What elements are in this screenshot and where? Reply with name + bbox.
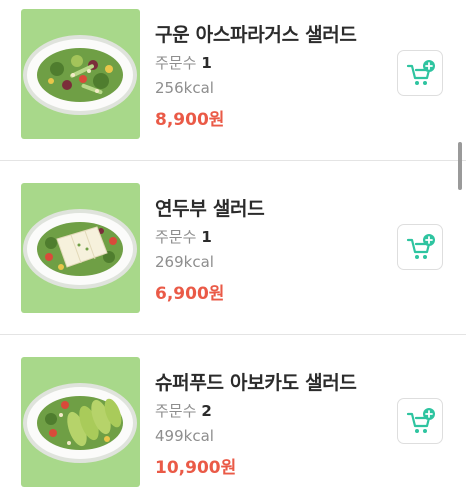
list-item[interactable]: 구운 아스파라거스 샐러드 주문수 1 256kcal 8,900원 — [0, 0, 466, 160]
calories: 499kcal — [155, 427, 214, 445]
item-name[interactable]: 슈퍼푸드 아보카도 샐러드 — [155, 368, 357, 395]
calories: 256kcal — [155, 79, 214, 97]
list-item[interactable]: 슈퍼푸드 아보카도 샐러드 주문수 2 499kcal 10,900원 — [0, 348, 466, 502]
order-count: 주문수 1 — [155, 226, 212, 247]
order-count-label: 주문수 — [155, 402, 197, 420]
cart-plus-icon — [406, 234, 435, 259]
divider — [0, 160, 466, 161]
cart-plus-icon — [406, 408, 435, 433]
order-count: 주문수 2 — [155, 400, 212, 421]
calories: 269kcal — [155, 253, 214, 271]
list-item[interactable]: 연두부 샐러드 주문수 1 269kcal 6,900원 — [0, 174, 466, 334]
scrollbar[interactable] — [458, 142, 462, 190]
order-count-value: 1 — [201, 54, 212, 72]
add-to-cart-button[interactable] — [397, 224, 443, 270]
order-count-value: 1 — [201, 228, 212, 246]
order-count-label: 주문수 — [155, 228, 197, 246]
salad-image[interactable] — [21, 9, 140, 139]
price: 6,900원 — [155, 284, 225, 304]
order-count-label: 주문수 — [155, 54, 197, 72]
divider — [0, 334, 466, 335]
price: 10,900원 — [155, 458, 237, 478]
salad-image[interactable] — [21, 183, 140, 313]
menu-list: 구운 아스파라거스 샐러드 주문수 1 256kcal 8,900원 연두부 샐… — [0, 0, 466, 502]
cart-plus-icon — [406, 60, 435, 85]
salad-image[interactable] — [21, 357, 140, 487]
add-to-cart-button[interactable] — [397, 398, 443, 444]
price: 8,900원 — [155, 110, 225, 130]
item-name[interactable]: 연두부 샐러드 — [155, 194, 265, 221]
item-name[interactable]: 구운 아스파라거스 샐러드 — [155, 20, 357, 47]
add-to-cart-button[interactable] — [397, 50, 443, 96]
order-count: 주문수 1 — [155, 52, 212, 73]
order-count-value: 2 — [201, 402, 212, 420]
